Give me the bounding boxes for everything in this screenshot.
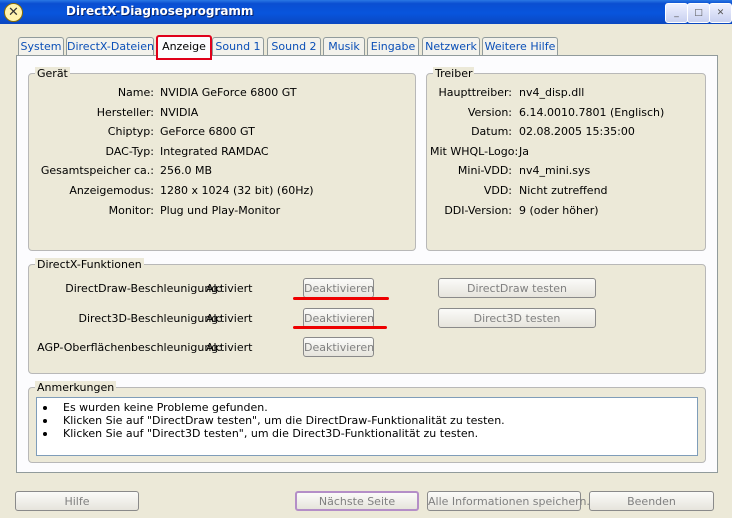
save-all-info-button[interactable]: Alle Informationen speichern... — [427, 491, 597, 511]
device-name-value: NVIDIA GeForce 6800 GT — [160, 86, 297, 99]
vdd-value: Nicht zutreffend — [519, 184, 608, 197]
bullet-icon — [43, 432, 47, 436]
whql-logo-label: Mit WHQL-Logo: — [430, 145, 519, 158]
dac-type-label: DAC-Typ: — [105, 145, 154, 158]
minimize-button[interactable]: _ — [665, 3, 688, 23]
device-group — [28, 73, 416, 251]
directdraw-accel-label: DirectDraw-Beschleunigung: — [65, 282, 222, 295]
dac-type-value: Integrated RAMDAC — [160, 145, 269, 158]
version-label: Version: — [467, 106, 512, 119]
manufacturer-value: NVIDIA — [160, 106, 199, 119]
help-button[interactable]: Hilfe — [15, 491, 139, 511]
red-underline-annotation — [293, 326, 387, 329]
directx-app-icon[interactable]: ✕ — [4, 3, 23, 22]
tab-system[interactable]: System — [18, 37, 64, 56]
mini-vdd-value: nv4_mini.sys — [519, 164, 591, 177]
vdd-label: VDD: — [483, 184, 512, 197]
directx-features-title: DirectX-Funktionen — [35, 258, 144, 271]
date-value: 02.08.2005 15:35:00 — [519, 125, 635, 138]
manufacturer-label: Hersteller: — [96, 106, 154, 119]
disable-directdraw-button[interactable]: Deaktivieren — [303, 278, 374, 298]
direct3d-accel-status: Aktiviert — [206, 312, 253, 325]
display-mode-label: Anzeigemodus: — [69, 184, 154, 197]
red-underline-annotation — [293, 297, 389, 300]
total-memory-value: 256.0 MB — [160, 164, 213, 177]
device-group-title: Gerät — [35, 67, 70, 80]
tab-directx-files[interactable]: DirectX-Dateien — [66, 37, 154, 56]
notes-title: Anmerkungen — [35, 381, 117, 394]
tab-input[interactable]: Eingabe — [367, 37, 419, 56]
agp-accel-status: Aktiviert — [206, 341, 253, 354]
tab-sound-1[interactable]: Sound 1 — [212, 37, 264, 56]
chip-type-label: Chiptyp: — [107, 125, 154, 138]
date-label: Datum: — [471, 125, 512, 138]
tab-more-help[interactable]: Weitere Hilfe — [482, 37, 558, 56]
ddi-version-value: 9 (oder höher) — [519, 204, 599, 217]
ddi-version-label: DDI-Version: — [444, 204, 512, 217]
tab-network[interactable]: Netzwerk — [422, 37, 480, 56]
total-memory-label: Gesamtspeicher ca.: — [40, 164, 154, 177]
monitor-value: Plug und Play-Monitor — [160, 204, 281, 217]
bullet-icon — [43, 419, 47, 423]
notes-text-box[interactable]: Es wurden keine Probleme gefunden. Klick… — [36, 397, 698, 456]
disable-agp-button[interactable]: Deaktivieren — [303, 337, 374, 357]
main-driver-label: Haupttreiber: — [438, 86, 512, 99]
display-mode-value: 1280 x 1024 (32 bit) (60Hz) — [160, 184, 314, 197]
tab-sound-2[interactable]: Sound 2 — [267, 37, 321, 56]
direct3d-accel-label: Direct3D-Beschleunigung: — [78, 312, 222, 325]
window-title: DirectX-Diagnoseprogramm — [66, 4, 254, 18]
bullet-icon — [43, 406, 47, 410]
whql-logo-value: Ja — [519, 145, 529, 158]
mini-vdd-label: Mini-VDD: — [457, 164, 512, 177]
exit-button[interactable]: Beenden — [589, 491, 714, 511]
close-button[interactable]: ✕ — [709, 3, 732, 23]
disable-direct3d-button[interactable]: Deaktivieren — [303, 308, 374, 328]
monitor-label: Monitor: — [108, 204, 154, 217]
test-direct3d-button[interactable]: Direct3D testen — [438, 308, 596, 328]
next-page-button[interactable]: Nächste Seite — [295, 491, 419, 511]
tab-display[interactable]: Anzeige — [156, 35, 212, 60]
chip-type-value: GeForce 6800 GT — [160, 125, 255, 138]
driver-group — [426, 73, 706, 251]
test-directdraw-button[interactable]: DirectDraw testen — [438, 278, 596, 298]
maximize-button[interactable]: □ — [687, 3, 710, 23]
driver-group-title: Treiber — [433, 67, 475, 80]
version-value: 6.14.0010.7801 (Englisch) — [519, 106, 665, 119]
device-name-label: Name: — [117, 86, 154, 99]
main-driver-value: nv4_disp.dll — [519, 86, 585, 99]
directdraw-accel-status: Aktiviert — [206, 282, 253, 295]
agp-accel-label: AGP-Oberflächenbeschleunigung: — [37, 341, 222, 354]
tab-music[interactable]: Musik — [323, 37, 365, 56]
